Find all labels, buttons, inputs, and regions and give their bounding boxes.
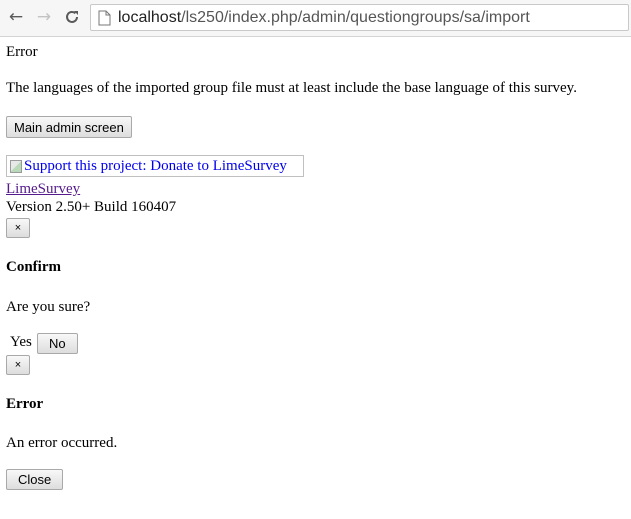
confirm-close-button[interactable]: × [6,218,30,238]
error-title: Error [6,44,38,60]
page-icon [98,10,111,31]
donate-image-link[interactable]: Support this project: Donate to LimeSurv… [6,155,304,177]
browser-toolbar: ← → localhost/ls250/index.php/admin/ques… [0,0,631,37]
error-dialog-title: Error [6,396,44,412]
confirm-title: Confirm [6,259,61,275]
error-message: The languages of the imported group file… [6,80,577,96]
main-admin-button[interactable]: Main admin screen [6,116,132,138]
version-text: Version 2.50+ Build 160407 [6,199,177,215]
limesurvey-link[interactable]: LimeSurvey [6,181,80,198]
broken-image-icon [10,159,22,173]
address-bar[interactable]: localhost/ls250/index.php/admin/question… [90,4,629,31]
yes-label[interactable]: Yes [10,334,32,351]
forward-arrow-icon[interactable]: → [34,7,54,27]
confirm-body: Are you sure? [6,299,91,315]
back-arrow-icon[interactable]: ← [6,7,26,27]
error-dialog-body: An error occurred. [6,435,118,451]
no-button[interactable]: No [37,333,78,354]
donate-alt-text: Support this project: Donate to LimeSurv… [24,157,287,174]
reload-icon[interactable] [62,7,82,27]
url-host: localhost [118,9,182,26]
url-path: /ls250/index.php/admin/questiongroups/sa… [181,9,530,26]
url-text: localhost/ls250/index.php/admin/question… [118,9,530,27]
error-dialog-close-button[interactable]: Close [6,469,64,490]
error-dialog-close-x-button[interactable]: × [6,355,30,375]
